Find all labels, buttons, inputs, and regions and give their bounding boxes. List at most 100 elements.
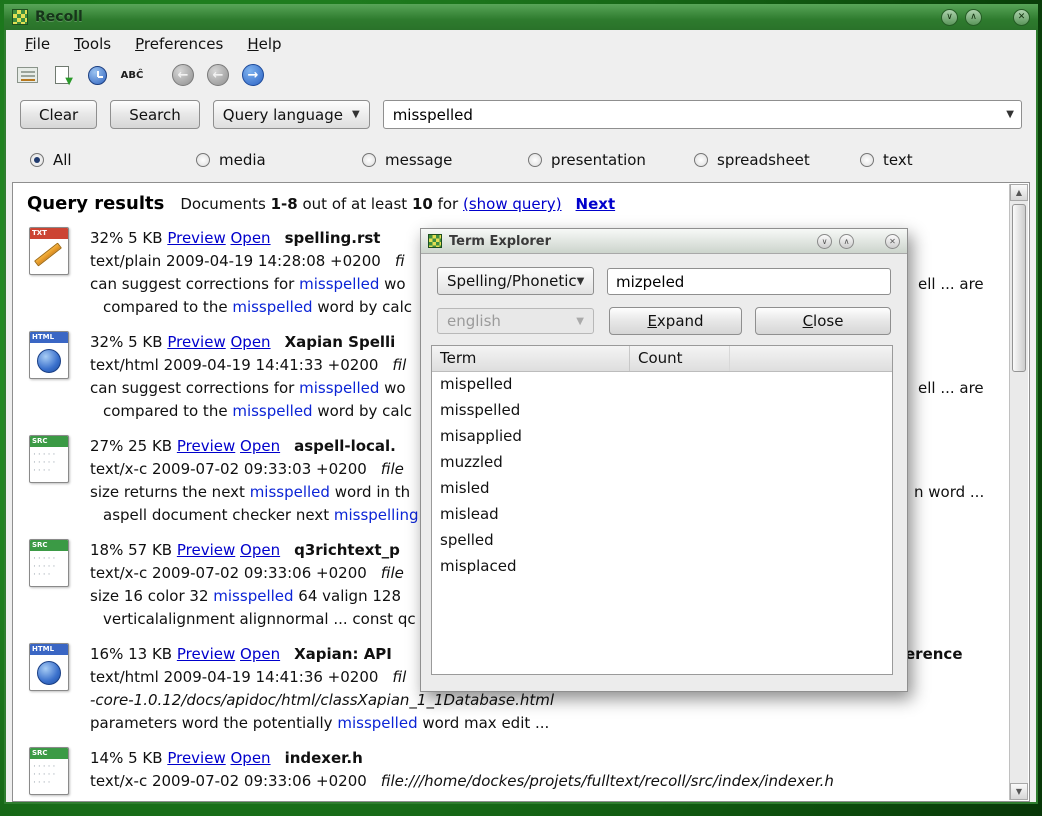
term-row[interactable]: misplaced [432, 554, 892, 580]
text-segment: erence [905, 643, 963, 666]
preview-link[interactable]: Preview [177, 437, 235, 455]
globe-glyph [37, 349, 61, 373]
menu-help[interactable]: Help [238, 32, 290, 56]
shade-button[interactable]: ∨ [941, 9, 958, 26]
preview-link[interactable]: Preview [177, 645, 235, 663]
search-input[interactable] [383, 100, 1022, 129]
term-row[interactable]: mislead [432, 502, 892, 528]
term-row[interactable]: mispelled [432, 372, 892, 398]
clear-search-icon[interactable] [14, 62, 40, 88]
open-link[interactable]: Open [240, 541, 280, 559]
menu-preferences[interactable]: Preferences [126, 32, 232, 56]
query-language-combo[interactable]: Query language ▼ [213, 100, 370, 129]
next-page-link[interactable]: Next [576, 195, 616, 213]
count-column-header[interactable]: Count [630, 346, 730, 371]
count-cell [630, 424, 730, 450]
text-segment: ell ... are [918, 377, 984, 400]
text-segment: out of at least [298, 195, 412, 213]
update-index-icon[interactable] [49, 62, 75, 88]
term-row[interactable]: muzzled [432, 450, 892, 476]
term-cell: muzzled [432, 450, 630, 476]
text-segment: 32% 5 KB [90, 333, 167, 351]
search-button[interactable]: Search [110, 100, 200, 129]
show-query-link[interactable]: (show query) [463, 195, 562, 213]
scroll-up-icon[interactable]: ▲ [1010, 184, 1028, 201]
term-table: Term Count mispelledmisspelledmisapplied… [431, 345, 893, 675]
term-explorer-title: Term Explorer [449, 234, 810, 249]
preview-link[interactable]: Preview [167, 333, 225, 351]
filter-label: media [219, 151, 266, 169]
toolbar: ABĈ ← ← → [14, 58, 266, 92]
filter-label: message [385, 151, 452, 169]
text-segment: fil [392, 668, 406, 686]
term-cell: misplaced [432, 554, 630, 580]
expansion-mode-combo[interactable]: Spelling/Phonetic ▼ [437, 267, 594, 295]
open-link[interactable]: Open [231, 333, 271, 351]
text-segment: Xapian Spelli [285, 333, 396, 351]
term-row[interactable]: spelled [432, 528, 892, 554]
globe-glyph [37, 661, 61, 685]
scrollbar-thumb[interactable] [1012, 204, 1026, 372]
text-segment: wo [379, 379, 405, 397]
window-title: Recoll [35, 9, 934, 25]
results-scrollbar[interactable]: ▲ ▼ [1009, 184, 1028, 800]
menu-tools[interactable]: Tools [65, 32, 120, 56]
clear-button[interactable]: Clear [20, 100, 97, 129]
close-button[interactable]: ✕ [1013, 9, 1030, 26]
open-link[interactable]: Open [240, 645, 280, 663]
dialog-shade-button[interactable]: ∨ [817, 234, 832, 249]
filter-all-radio[interactable]: All [30, 151, 196, 169]
text-segment: word in th [330, 483, 410, 501]
history-icon[interactable] [84, 62, 110, 88]
preview-link[interactable]: Preview [177, 541, 235, 559]
text-segment: word max edit ... [418, 714, 550, 732]
unshade-button[interactable]: ∧ [965, 9, 982, 26]
text-segment: 27% 25 KB [90, 437, 177, 455]
preview-link[interactable]: Preview [167, 229, 225, 247]
filter-text-radio[interactable]: text [860, 151, 1026, 169]
text-segment: word by calc [313, 298, 412, 316]
html-file-icon: HTML [27, 643, 71, 693]
filter-media-radio[interactable]: media [196, 151, 362, 169]
filter-message-radio[interactable]: message [362, 151, 528, 169]
text-segment: spelling.rst [285, 229, 381, 247]
radio-icon [30, 153, 44, 167]
open-link[interactable]: Open [231, 229, 271, 247]
filter-spreadsheet-radio[interactable]: spreadsheet [694, 151, 860, 169]
text-segment: Documents [180, 195, 270, 213]
dialog-unshade-button[interactable]: ∧ [839, 234, 854, 249]
dialog-close-button[interactable]: ✕ [885, 234, 900, 249]
query-language-label: Query language [223, 106, 343, 124]
first-page-icon[interactable]: ← [170, 62, 196, 88]
radio-icon [362, 153, 376, 167]
scroll-down-icon[interactable]: ▼ [1010, 783, 1028, 800]
filter-presentation-radio[interactable]: presentation [528, 151, 694, 169]
text-segment: text/html 2009-04-19 14:41:36 +0200 [90, 668, 378, 686]
term-input[interactable] [607, 268, 891, 295]
term-cell: mispelled [432, 372, 630, 398]
text-segment: for [433, 195, 463, 213]
radio-icon [694, 153, 708, 167]
text-segment: size 16 color 32 [90, 587, 213, 605]
search-history-arrow-icon[interactable]: ▼ [1006, 109, 1014, 120]
menu-file[interactable]: File [16, 32, 59, 56]
result-item: SRC··············14% 5 KB Preview Openin… [27, 747, 1009, 797]
expand-button[interactable]: Expand [609, 307, 742, 335]
term-row[interactable]: misspelled [432, 398, 892, 424]
text-segment: 16% 13 KB [90, 645, 177, 663]
term-cell: misled [432, 476, 630, 502]
preview-link[interactable]: Preview [167, 749, 225, 767]
prev-page-icon[interactable]: ← [205, 62, 231, 88]
text-segment: indexer.h [285, 749, 363, 767]
term-row[interactable]: misapplied [432, 424, 892, 450]
open-link[interactable]: Open [231, 749, 271, 767]
term-explorer-icon[interactable]: ABĈ [119, 62, 145, 88]
next-page-icon[interactable]: → [240, 62, 266, 88]
dialog-close-action-button[interactable]: Close [755, 307, 891, 335]
term-row[interactable]: misled [432, 476, 892, 502]
text-file-icon: TXT [27, 227, 71, 277]
term-column-header[interactable]: Term [432, 346, 630, 371]
text-segment: ell ... are [918, 273, 984, 296]
text-segment: text/x-c 2009-07-02 09:33:03 +0200 [90, 460, 367, 478]
open-link[interactable]: Open [240, 437, 280, 455]
